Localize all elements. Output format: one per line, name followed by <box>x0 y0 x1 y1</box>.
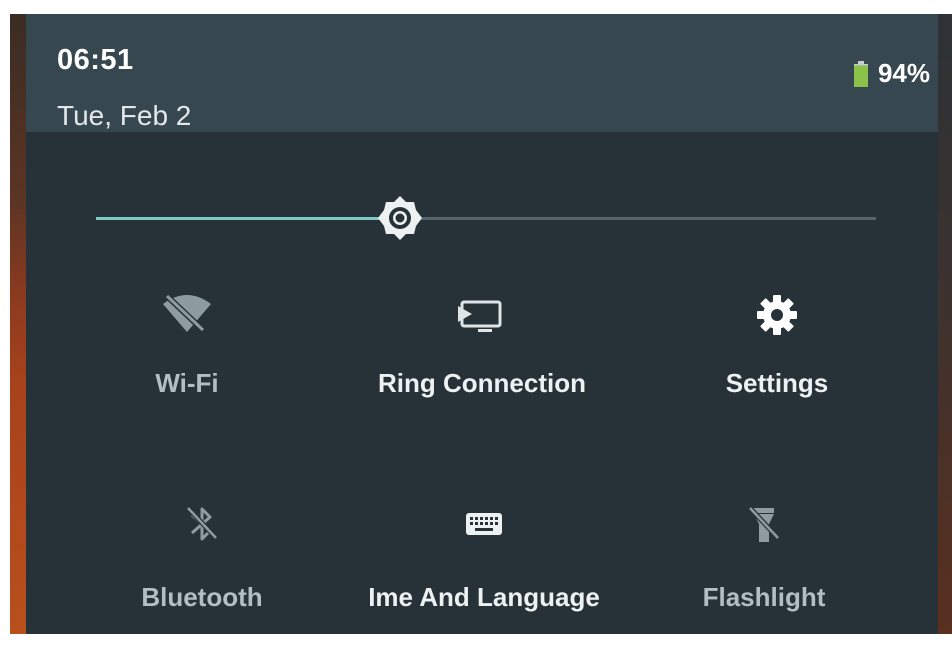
quick-settings-panel: 06:51 Tue, Feb 2 94% Wi-Fi Ring Connecti… <box>26 14 938 634</box>
wifi-off-icon <box>163 294 211 335</box>
tile-settings-label: Settings <box>725 368 829 398</box>
battery-icon <box>853 60 868 87</box>
keyboard-icon <box>466 513 502 535</box>
tile-flashlight-label: Flashlight <box>702 582 826 612</box>
bluetooth-off-icon <box>186 506 220 542</box>
flashlight-off-icon <box>748 506 782 542</box>
status-header[interactable]: 06:51 Tue, Feb 2 94% <box>26 14 938 132</box>
brightness-slider[interactable] <box>96 196 876 240</box>
tile-ime-and-language[interactable]: Ime And Language <box>334 502 634 612</box>
tile-bluetooth[interactable]: Bluetooth <box>52 502 352 612</box>
tile-settings[interactable]: Settings <box>627 292 927 398</box>
tile-ring-connection[interactable]: Ring Connection <box>332 292 632 398</box>
tile-flashlight[interactable]: Flashlight <box>614 502 914 612</box>
clock[interactable]: 06:51 <box>57 44 134 77</box>
tile-wifi[interactable]: Wi-Fi <box>37 292 337 398</box>
battery-indicator: 94% <box>853 58 930 89</box>
tile-ime-and-language-label: Ime And Language <box>368 582 600 612</box>
slider-fill <box>96 217 400 220</box>
tile-bluetooth-label: Bluetooth <box>141 582 263 612</box>
gear-icon <box>757 295 797 335</box>
tile-ring-connection-label: Ring Connection <box>378 368 586 398</box>
tile-wifi-label: Wi-Fi <box>155 368 219 398</box>
battery-percent: 94% <box>877 58 930 88</box>
brightness-icon[interactable] <box>376 194 424 242</box>
cast-icon <box>458 300 502 332</box>
date[interactable]: Tue, Feb 2 <box>57 100 191 132</box>
screen: 06:51 Tue, Feb 2 94% Wi-Fi Ring Connecti… <box>0 0 952 646</box>
